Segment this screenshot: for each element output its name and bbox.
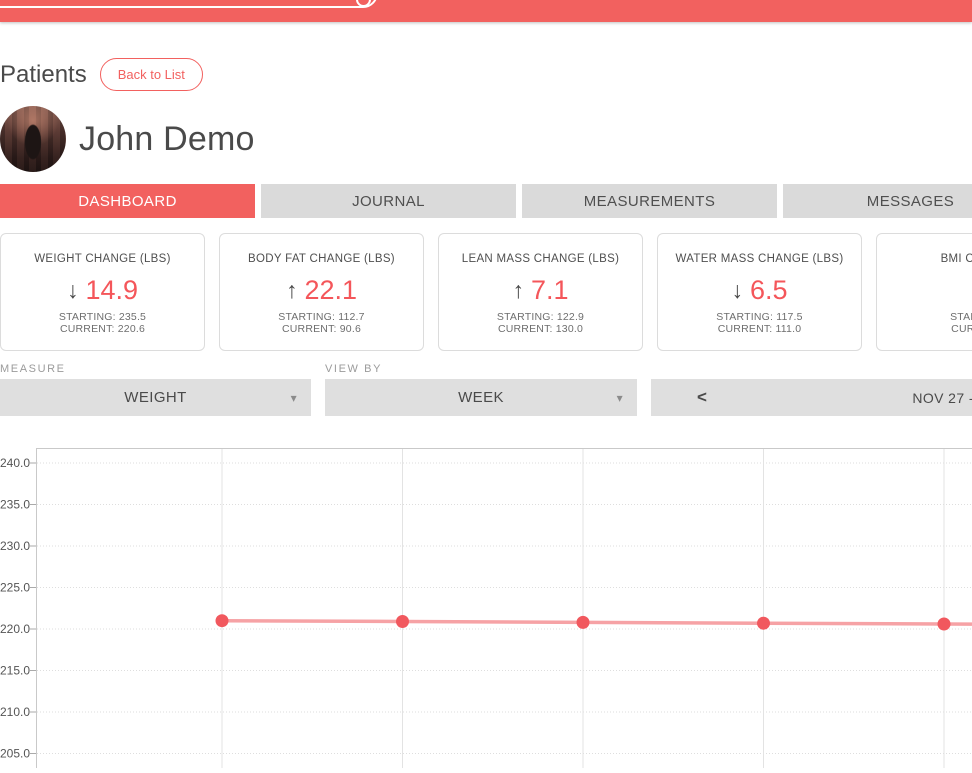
card-current: CURRENT: 90.6: [281, 322, 362, 335]
svg-text:225.0: 225.0: [0, 581, 30, 595]
view-by-select[interactable]: WEEK ▾: [325, 379, 637, 416]
page-header: Patients Back to List: [0, 58, 203, 91]
chevron-down-icon: ▾: [616, 390, 623, 405]
measure-value: WEIGHT: [124, 389, 187, 406]
arrow-up-icon: ↑: [285, 276, 298, 303]
svg-text:215.0: 215.0: [0, 664, 30, 678]
date-nav-label-spacer: [651, 363, 972, 376]
card-title: LEAN MASS CHANGE (LBS): [461, 253, 620, 265]
card-value: 7.1: [530, 274, 569, 305]
card-starting: STARTING: 235.5: [58, 311, 147, 323]
card-starting: STARTING: 122.9: [496, 311, 585, 323]
card-value: 14.9: [85, 274, 139, 305]
arrow-down-icon: ↓: [731, 276, 743, 303]
patient-name: John Demo: [79, 119, 255, 158]
chart-canvas: 240.0 235.0 230.0 225.0 220.0 215.0 210.0 205.0: [0, 448, 972, 768]
svg-text:230.0: 230.0: [0, 539, 30, 553]
stat-cards-row: WEIGHT CHANGE (LBS) ↓ 14.9 STARTING: 235…: [0, 233, 972, 351]
back-to-list-button[interactable]: Back to List: [99, 58, 203, 91]
measure-label: MEASURE: [0, 363, 66, 375]
chevron-down-icon: ▾: [290, 390, 297, 405]
page-title: Patients: [0, 60, 87, 88]
card-current: CURRENT: 130.0: [497, 322, 584, 335]
card-current: CURRENT: 220.6: [59, 322, 146, 335]
patient-tabs: DASHBOARD JOURNAL MEASUREMENTS MESSAGES: [0, 184, 972, 218]
view-by-value: WEEK: [458, 389, 504, 406]
arrow-up-icon: ↑: [512, 276, 524, 303]
arrow-down-icon: ↓: [66, 276, 79, 303]
card-water-mass-change: WATER MASS CHANGE (LBS) ↓ 6.5 STARTING: …: [657, 233, 862, 351]
card-current: CURRENT:: [951, 322, 972, 335]
svg-text:235.0: 235.0: [0, 498, 30, 512]
svg-text:240.0: 240.0: [0, 456, 30, 470]
patient-dashboard-page: { "header": { "title": "Patients", "back…: [0, 0, 972, 768]
patient-avatar: [0, 106, 66, 172]
card-title: WATER MASS CHANGE (LBS): [675, 253, 844, 265]
weight-series-line: [221, 618, 972, 626]
measure-select[interactable]: WEIGHT ▾: [0, 379, 311, 416]
tab-messages[interactable]: MESSAGES: [783, 184, 972, 218]
card-value: 6.5: [749, 274, 788, 305]
weight-line-chart: 240.0 235.0 230.0 225.0 220.0 215.0 210.0 205.0: [0, 448, 972, 768]
x-gridlines: [221, 448, 945, 768]
card-current: CURRENT: 111.0: [717, 322, 802, 335]
tab-journal[interactable]: JOURNAL: [261, 184, 516, 218]
search-input[interactable]: [0, 0, 378, 8]
card-title: BODY FAT CHANGE (LBS): [248, 253, 395, 265]
card-starting: STARTING: 112.7: [278, 311, 365, 323]
card-starting: STARTING:: [950, 311, 972, 323]
svg-text:220.0: 220.0: [0, 622, 30, 636]
tab-dashboard[interactable]: DASHBOARD: [0, 184, 255, 218]
top-nav-bar: [0, 0, 972, 22]
date-range-navigator[interactable]: < NOV 27 - 03 DEC: [651, 379, 972, 416]
card-bmi-change: BMI CHANGE ↓ STARTING: CURRENT:: [876, 233, 972, 351]
card-weight-change: WEIGHT CHANGE (LBS) ↓ 14.9 STARTING: 235…: [0, 233, 205, 351]
card-title: BMI CHANGE: [940, 253, 972, 265]
date-range-text: NOV 27 - 03 DEC: [912, 389, 972, 406]
card-starting: STARTING: 117.5: [716, 311, 803, 323]
y-gridlines-and-labels: 240.0 235.0 230.0 225.0 220.0 215.0 210.0 205.0: [0, 456, 972, 761]
patient-profile: John Demo: [0, 106, 255, 172]
tab-measurements[interactable]: MEASUREMENTS: [522, 184, 777, 218]
card-lean-mass-change: LEAN MASS CHANGE (LBS) ↑ 7.1 STARTING: 1…: [438, 233, 643, 351]
chevron-left-icon[interactable]: <: [697, 387, 707, 407]
chart-filters: MEASURE WEIGHT ▾ VIEW BY WEEK ▾ < NOV 27…: [0, 363, 972, 416]
svg-text:205.0: 205.0: [0, 747, 30, 761]
card-value: 22.1: [304, 274, 358, 305]
svg-text:210.0: 210.0: [0, 705, 30, 719]
card-title: WEIGHT CHANGE (LBS): [34, 253, 171, 265]
card-body-fat-change: BODY FAT CHANGE (LBS) ↑ 22.1 STARTING: 1…: [219, 233, 424, 351]
view-by-label: VIEW BY: [325, 363, 383, 375]
